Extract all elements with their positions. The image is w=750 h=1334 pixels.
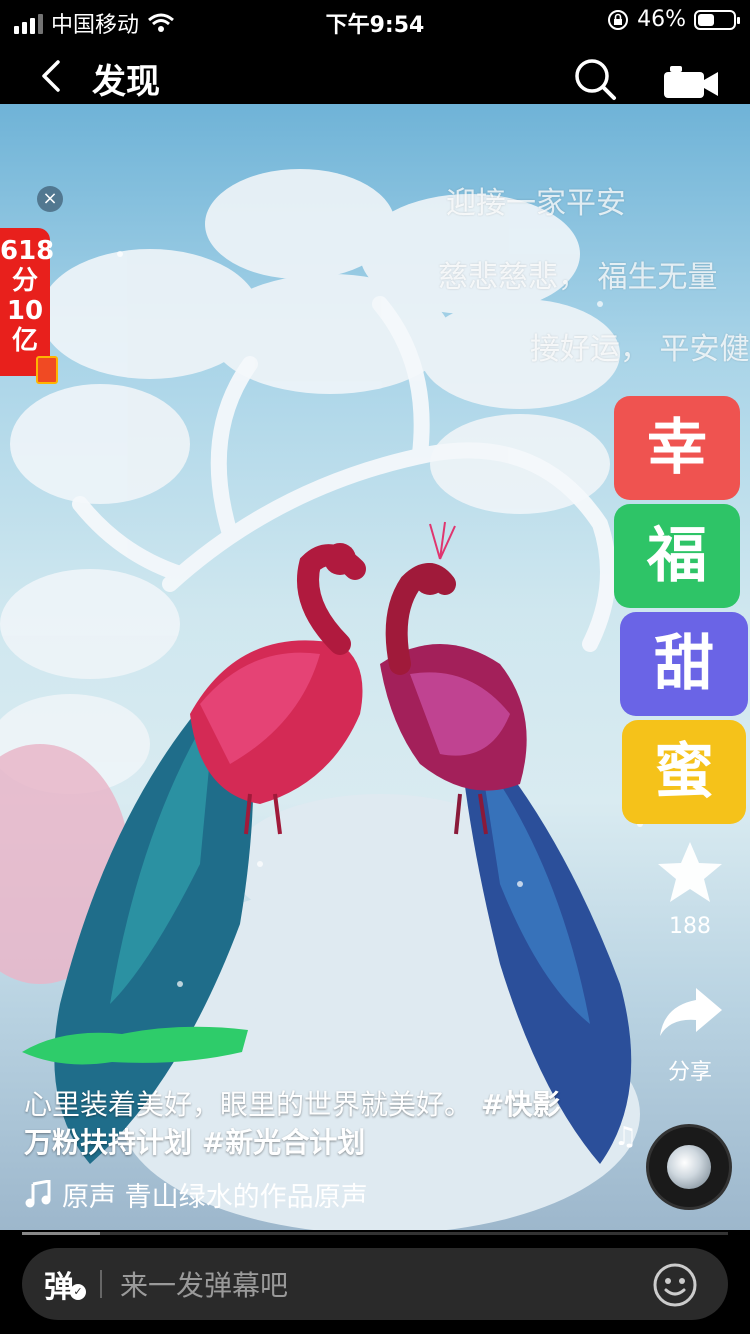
bottom-bar: 弹 ✓ 来一发弹幕吧 [0,1236,750,1334]
tile-mi[interactable]: 蜜 [622,720,746,824]
status-bar: 中国移动 下午9:54 46% [0,0,750,44]
danmaku-comment: 慈悲慈悲， 福生无量 [438,260,718,295]
danmaku-placeholder[interactable]: 来一发弹幕吧 [120,1264,288,1304]
nav-bar: 发现 [0,44,750,104]
close-ad-button[interactable]: × [37,186,63,212]
video-player[interactable]: × 618 分 10 亿 迎接一家平安 慈悲慈悲， 福生无量 接好运， 平安健 … [0,104,750,1230]
caption-text: 心里装着美好，眼里的世界就美好。 [24,1088,473,1121]
danmaku-input[interactable]: 弹 ✓ 来一发弹幕吧 [22,1248,728,1320]
star-icon[interactable] [656,838,724,906]
promo-618-badge[interactable]: 618 分 10 亿 [0,228,55,376]
progress-fill [22,1232,100,1235]
status-right: 46% [607,7,740,32]
chevron-left-icon[interactable] [34,58,70,94]
share-label: 分享 [667,1060,712,1085]
music-title: 原声 青山绿水的作品原声 [62,1181,368,1213]
floating-note-icon: ♫ [614,1122,638,1152]
promo-line: 分 [11,266,38,296]
video-progress-bar[interactable] [22,1232,728,1235]
search-icon[interactable] [572,56,618,102]
music-disc[interactable] [646,1124,732,1210]
tile-fu[interactable]: 福 [614,504,740,608]
page-title: 发现 [92,62,160,102]
battery-icon [694,9,740,30]
orientation-lock-icon [608,9,629,30]
danmaku-toggle-label: 弹 [44,1270,74,1305]
tile-tian[interactable]: 甜 [620,612,748,716]
red-packet-icon[interactable] [36,356,58,384]
danmaku-comment: 接好运， 平安健 [530,332,750,367]
danmaku-comment: 迎接一家平安 [446,186,626,221]
danmaku-toggle-icon[interactable]: 弹 ✓ [44,1262,92,1306]
check-icon: ✓ [70,1284,86,1300]
disc-cover [667,1145,711,1189]
share-icon[interactable] [656,984,724,1040]
music-info[interactable]: 原声 青山绿水的作品原声 [24,1176,438,1213]
tile-xing[interactable]: 幸 [614,396,740,500]
battery-percent: 46% [637,7,686,32]
promo-line: 亿 [11,326,38,356]
promo-line: 618 [0,236,55,266]
camera-icon[interactable] [664,66,718,100]
promo-line: 10 [6,296,44,326]
likes-count: 188 [669,914,711,939]
emoji-icon[interactable] [652,1262,698,1308]
divider [100,1270,102,1298]
battery-fill [698,13,714,26]
author-name-redacted[interactable] [22,1022,248,1068]
music-note-icon [25,1180,51,1208]
video-caption: 心里装着美好，眼里的世界就美好。 #快影万粉扶持计划 #新光合计划 [24,1086,584,1162]
